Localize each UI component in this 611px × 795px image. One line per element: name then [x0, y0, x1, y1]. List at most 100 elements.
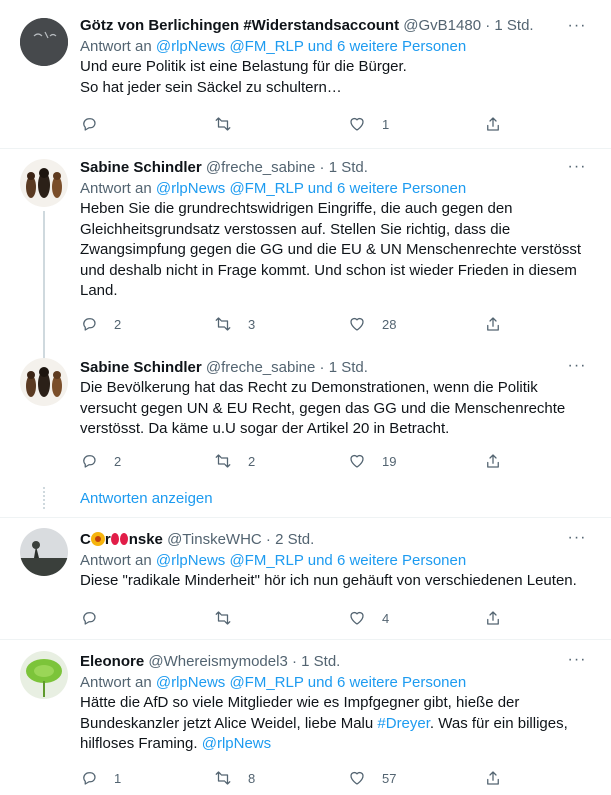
reply-to-users-link[interactable]: @rlpNews @FM_RLP und 6 weitere Personen [156, 674, 466, 691]
avatar[interactable] [20, 528, 68, 576]
reply-count: 2 [114, 316, 122, 332]
tweet-1[interactable]: Götz von Berlichingen #Widerstandsaccoun… [0, 0, 611, 150]
retweet-button[interactable]: 3 [214, 314, 255, 334]
text-line: Gleichheitsgrundsatz verstossen auf. Ste… [80, 220, 511, 238]
heart-icon [350, 317, 364, 331]
thread-line [43, 211, 45, 359]
reply-to: Antwort an @rlpNews @FM_RLP und 6 weiter… [80, 178, 591, 199]
reply-button[interactable] [80, 114, 114, 134]
like-button[interactable]: 57 [348, 768, 396, 788]
more-options-icon[interactable]: ··· [567, 358, 587, 380]
reply-to-prefix: Antwort an [80, 38, 156, 55]
author-handle[interactable]: @TinskeWHC [167, 531, 262, 548]
more-options-icon[interactable]: ··· [567, 18, 587, 40]
name-part: nske [128, 531, 163, 548]
name-part: r [104, 531, 111, 548]
author-handle[interactable]: @Whereismymodel3 [148, 653, 287, 670]
like-count: 4 [382, 610, 390, 626]
avatar[interactable] [20, 651, 68, 699]
more-options-icon[interactable]: ··· [567, 159, 587, 181]
tweet-text: Die Bevölkerung hat das Recht zu Demonst… [80, 378, 591, 440]
text-line: So hat jeder sein Säckel zu schultern… [80, 78, 342, 96]
more-options-icon[interactable]: ··· [567, 530, 587, 552]
heart-icon [350, 771, 364, 785]
author-name[interactable]: Sabine Schindler [80, 159, 202, 176]
timestamp[interactable]: 1 Std. [329, 159, 368, 176]
tweet-actions: 1 8 57 [80, 768, 520, 788]
tweet-header: Sabine Schindler @freche_sabine · 1 Std. [80, 158, 591, 178]
retweet-icon [215, 771, 231, 785]
author-name[interactable]: Götz von Berlichingen #Widerstandsaccoun… [80, 17, 399, 34]
more-options-icon[interactable]: ··· [567, 652, 587, 674]
tweet-5[interactable]: Eleonore @Whereismymodel3 · 1 Std. Antwo… [0, 640, 611, 795]
reply-to-prefix: Antwort an [80, 674, 156, 691]
retweet-button[interactable] [214, 114, 248, 134]
reply-to-users-link[interactable]: @rlpNews @FM_RLP und 6 weitere Personen [156, 552, 466, 569]
share-button[interactable] [484, 768, 502, 788]
show-replies-link[interactable]: Antworten anzeigen [80, 489, 213, 509]
avatar-leaf-image [20, 651, 68, 699]
reply-button[interactable]: 1 [80, 768, 121, 788]
reply-count: 2 [114, 453, 122, 469]
retweet-icon [215, 454, 231, 468]
like-button[interactable]: 4 [348, 608, 389, 628]
tweet-header: Sabine Schindler @freche_sabine · 1 Std. [80, 358, 591, 378]
timestamp[interactable]: 2 Std. [275, 531, 314, 548]
avatar[interactable] [20, 159, 68, 207]
timestamp[interactable]: 1 Std. [329, 359, 368, 376]
like-button[interactable]: 19 [348, 451, 396, 471]
retweet-button[interactable]: 8 [214, 768, 255, 788]
like-count: 57 [382, 770, 397, 786]
tweet-4[interactable]: Cr nske @TinskeWHC · 2 Std. Antwort an @r… [0, 518, 611, 640]
like-button[interactable]: 28 [348, 314, 396, 334]
tweet-header: Götz von Berlichingen #Widerstandsaccoun… [80, 16, 591, 36]
reply-to-prefix: Antwort an [80, 552, 156, 569]
timestamp[interactable]: 1 Std. [301, 653, 340, 670]
separator-dot: · [265, 531, 271, 548]
retweet-button[interactable]: 2 [214, 451, 255, 471]
reply-button[interactable]: 2 [80, 314, 121, 334]
share-button[interactable] [484, 114, 502, 134]
author-handle[interactable]: @freche_sabine [206, 359, 315, 376]
avatar[interactable] [20, 18, 68, 66]
avatar[interactable] [20, 358, 68, 406]
share-button[interactable] [484, 608, 502, 628]
like-button[interactable]: 1 [348, 114, 389, 134]
text-line: Land. [80, 282, 118, 299]
like-count: 28 [382, 316, 397, 332]
tweet-text: Und eure Politik ist eine Belastung für … [80, 57, 591, 98]
retweet-button[interactable] [214, 608, 248, 628]
hashtag-link[interactable]: #Dreyer [377, 715, 430, 732]
eyes-emoji-icon [110, 533, 119, 545]
share-icon [487, 454, 499, 468]
author-name[interactable]: Eleonore [80, 653, 144, 670]
tweet-text: Heben Sie die grundrechtswidrigen Eingri… [80, 199, 591, 302]
tweet-2[interactable]: Sabine Schindler @freche_sabine · 1 Std.… [0, 149, 611, 359]
heart-icon [350, 611, 364, 625]
text-line: Heben Sie die grundrechtswidrigen Eingri… [80, 200, 513, 217]
share-button[interactable] [484, 314, 502, 334]
reply-count: 1 [114, 770, 122, 786]
share-icon [487, 117, 499, 131]
heart-icon [350, 454, 364, 468]
mention-link[interactable]: @rlpNews [202, 735, 271, 752]
reply-to-users-link[interactable]: @rlpNews @FM_RLP und 6 weitere Personen [156, 180, 466, 197]
retweet-count: 8 [248, 770, 256, 786]
author-name[interactable]: Sabine Schindler [80, 359, 202, 376]
avatar-dogs-image [20, 358, 68, 406]
timestamp[interactable]: 1 Std. [494, 17, 533, 34]
reply-icon [83, 455, 96, 468]
reply-button[interactable]: 2 [80, 451, 121, 471]
author-handle[interactable]: @freche_sabine [206, 159, 315, 176]
retweet-icon [215, 317, 231, 331]
retweet-icon [215, 117, 231, 131]
author-name[interactable]: Cr nske [80, 531, 163, 548]
share-button[interactable] [484, 451, 502, 471]
reply-button[interactable] [80, 608, 114, 628]
author-handle[interactable]: @GvB1480 [403, 17, 481, 34]
tweet-actions: 2 2 19 [80, 451, 520, 471]
separator-dot: · [485, 17, 491, 34]
text-line: Diese "radikale Minderheit" hör ich nun … [80, 572, 577, 589]
reply-to-users-link[interactable]: @rlpNews @FM_RLP und 6 weitere Personen [156, 38, 466, 55]
tweet-3[interactable]: Sabine Schindler @freche_sabine · 1 Std.… [0, 352, 611, 517]
